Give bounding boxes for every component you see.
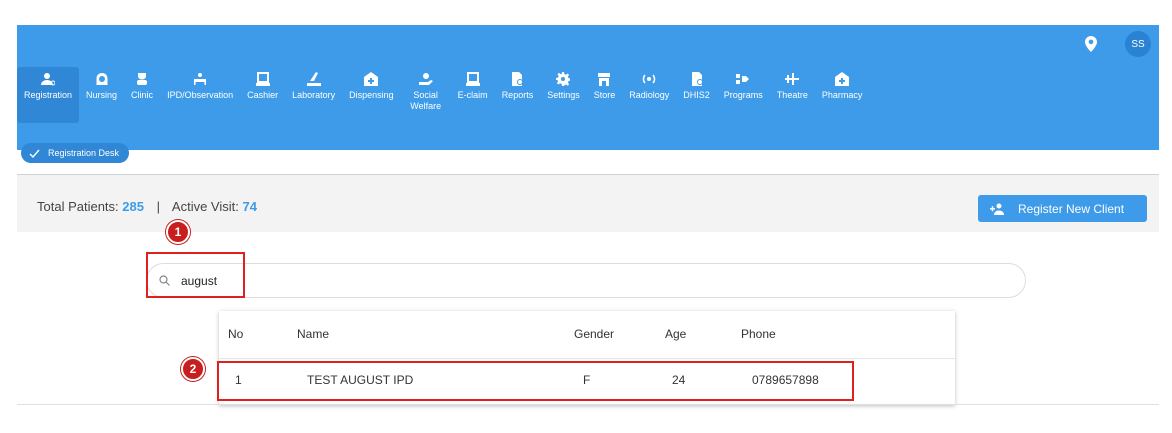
nav-item-nursing[interactable]: Nursing: [79, 67, 124, 123]
nav-item-social-welfare[interactable]: Social Welfare: [401, 67, 451, 123]
nav-label: Dispensing: [349, 90, 394, 100]
medicine-box-icon: [364, 72, 379, 86]
bed-icon: [194, 73, 207, 85]
nav-label: Laboratory: [292, 90, 336, 100]
nav-item-clinic[interactable]: Clinic: [124, 67, 160, 123]
report-icon: [691, 72, 703, 86]
medicine-box-icon: [835, 72, 850, 86]
annotation-badge-1: 1: [166, 220, 190, 244]
laptop-icon: [465, 72, 480, 86]
add-user-icon: [990, 203, 1004, 215]
total-patients-label: Total Patients:: [37, 199, 119, 214]
nav-label: Settings: [547, 90, 580, 100]
search-highlight-box: [146, 252, 245, 298]
patient-stats: Total Patients: 285 | Active Visit: 74: [37, 199, 257, 214]
store-icon: [598, 73, 611, 86]
registration-desk-chip[interactable]: Registration Desk: [21, 143, 130, 163]
nav-label: E-claim: [457, 90, 488, 100]
nav-item-dispensing[interactable]: Dispensing: [342, 67, 401, 123]
gear-icon: [556, 72, 571, 86]
register-button-label: Register New Client: [1018, 201, 1125, 216]
nav-item-ipd-observation[interactable]: IPD/Observation: [160, 67, 240, 123]
flask-icon: [306, 72, 321, 86]
column-header-no: No: [228, 327, 244, 342]
clinic-icon: [137, 73, 148, 85]
result-highlight-box: [217, 361, 854, 401]
nav-label: Store: [593, 90, 616, 100]
nav-item-pharmacy[interactable]: Pharmacy: [815, 67, 870, 123]
total-patients-value: 285: [122, 199, 144, 214]
column-header-phone: Phone: [741, 327, 776, 342]
active-visit-value: 74: [242, 199, 257, 214]
scalpel-icon: [785, 73, 800, 85]
active-visit-label: Active Visit:: [171, 199, 239, 214]
nav-label: Registration: [24, 90, 73, 100]
hand-heart-icon: [418, 73, 433, 85]
user-avatar[interactable]: SS: [1125, 31, 1151, 57]
nav-item-programs[interactable]: Programs: [717, 67, 770, 123]
nav-item-laboratory[interactable]: Laboratory: [285, 67, 342, 123]
nav-item-cashier[interactable]: Cashier: [240, 67, 285, 123]
register-new-client-button[interactable]: Register New Client: [978, 195, 1147, 222]
column-header-age: Age: [665, 327, 687, 342]
nav-label: Programs: [723, 90, 763, 100]
user-badge-icon: [41, 73, 56, 86]
nav-item-settings[interactable]: Settings: [540, 67, 587, 123]
nav-item-theatre[interactable]: Theatre: [770, 67, 815, 123]
annotation-badge-2: 2: [181, 357, 205, 381]
nav-label: Theatre: [776, 90, 808, 100]
nurse-icon: [96, 73, 108, 85]
stats-separator: |: [156, 199, 160, 214]
nav-label: Clinic: [131, 90, 154, 100]
topbar-right-tools: SS: [1085, 31, 1151, 57]
top-navigation-bar: SS Registration Nursing Clinic IPD/Obser…: [17, 25, 1159, 150]
nav-label: IPD/Observation: [167, 90, 234, 100]
module-navbar: Registration Nursing Clinic IPD/Observat…: [17, 67, 869, 123]
nav-label: DHIS2: [683, 90, 710, 100]
nav-label: Cashier: [247, 90, 279, 100]
radiation-icon: [643, 74, 656, 84]
column-header-gender: Gender: [574, 327, 615, 342]
nav-label: Social Welfare: [410, 90, 442, 111]
patient-search-bar: [146, 263, 1026, 298]
register-icon: [255, 72, 270, 86]
stats-bar: Total Patients: 285 | Active Visit: 74 R…: [17, 175, 1159, 232]
nav-item-dhis2[interactable]: DHIS2: [676, 67, 717, 123]
nav-item-e-claim[interactable]: E-claim: [451, 67, 495, 123]
chip-label: Registration Desk: [48, 148, 120, 158]
column-header-name: Name: [297, 327, 330, 342]
location-pin-icon[interactable]: [1085, 36, 1097, 52]
results-header-row: No Name Gender Age Phone: [219, 311, 955, 358]
nav-label: Nursing: [86, 90, 118, 100]
nav-item-registration[interactable]: Registration: [17, 67, 80, 123]
nav-label: Radiology: [629, 90, 670, 100]
nav-item-store[interactable]: Store: [587, 67, 623, 123]
nav-item-radiology[interactable]: Radiology: [622, 67, 676, 123]
nav-label: Pharmacy: [821, 90, 863, 100]
checkmark-icon: [29, 149, 40, 158]
nav-label: Reports: [501, 90, 534, 100]
programs-icon: [736, 74, 750, 84]
footer-divider: [17, 404, 1159, 405]
report-icon: [512, 72, 524, 86]
nav-item-reports[interactable]: Reports: [495, 67, 541, 123]
